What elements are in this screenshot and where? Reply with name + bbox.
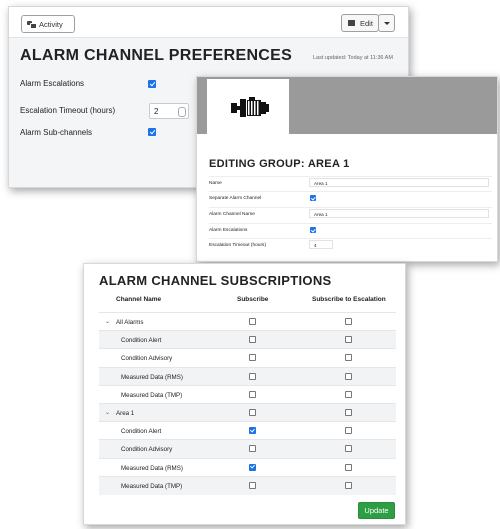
editing-group-panel: EDITING GROUP: AREA 1 Name Area 1 Separa… xyxy=(196,76,498,262)
last-updated-text: Last updated: Today at 11:36 AM xyxy=(313,55,393,61)
page-title: ALARM CHANNEL PREFERENCES xyxy=(20,47,293,64)
activity-button[interactable]: Activity xyxy=(21,15,75,33)
subscribe-checkbox[interactable] xyxy=(249,336,256,344)
subscribe-checkbox[interactable] xyxy=(249,463,256,471)
alarm-sub-channels-label: Alarm Sub-channels xyxy=(20,128,93,137)
subscribe-escalation-checkbox[interactable] xyxy=(345,445,352,453)
subscribe-escalation-checkbox[interactable] xyxy=(345,409,352,416)
group-row: ⌄ Area 1 xyxy=(99,403,396,422)
edit-button-label: Edit xyxy=(360,18,373,28)
column-header-subscribe: Subscribe xyxy=(237,296,269,303)
subscribe-checkbox[interactable] xyxy=(249,318,256,325)
table-row: Measured Data (RMS) xyxy=(99,366,396,386)
channel-name: Measured Data (RMS) xyxy=(121,464,183,472)
alarm-channel-subscriptions-panel: ALARM CHANNEL SUBSCRIPTIONS Channel Name… xyxy=(83,263,406,525)
chat-icon xyxy=(27,20,37,29)
group-icon-box xyxy=(207,79,289,134)
subscribe-escalation-checkbox[interactable] xyxy=(345,336,352,344)
subscribe-checkbox[interactable] xyxy=(249,372,256,380)
group-field-name: Name Area 1 xyxy=(209,176,492,190)
channel-name: Condition Advisory xyxy=(121,355,173,363)
column-header-escalation: Subscribe to Escalation xyxy=(312,296,386,303)
separate-alarm-channel-label: Separate Alarm Channel xyxy=(209,196,262,201)
subscribe-checkbox[interactable] xyxy=(249,390,256,398)
subscribe-escalation-checkbox[interactable] xyxy=(345,427,352,435)
subscribe-checkbox[interactable] xyxy=(249,427,256,435)
editing-group-title: EDITING GROUP: AREA 1 xyxy=(209,158,350,170)
table-row: Condition Advisory xyxy=(99,348,396,367)
escalation-timeout-value: 2 xyxy=(154,107,159,116)
group-alarm-escalations-label: Alarm Escalations xyxy=(209,228,248,233)
edit-dropdown-toggle[interactable] xyxy=(378,14,395,32)
channel-name: Measured Data (TMP) xyxy=(121,391,183,399)
group-escalation-timeout-label: Escalation Timeout (hours) xyxy=(209,243,267,248)
table-row: Condition Alert xyxy=(99,421,396,440)
channel-name: Condition Alert xyxy=(121,428,162,436)
group-name-label: Name xyxy=(209,181,222,186)
edit-icon xyxy=(348,20,355,26)
group-alarm-escalations-checkbox[interactable] xyxy=(310,227,316,233)
separate-alarm-channel-checkbox[interactable] xyxy=(310,195,316,201)
subscribe-checkbox[interactable] xyxy=(249,354,256,362)
spinner-icon[interactable] xyxy=(178,107,186,117)
caret-down-icon xyxy=(383,21,390,25)
channel-name: Area 1 xyxy=(116,410,135,417)
subscribe-checkbox[interactable] xyxy=(249,481,256,489)
channel-name: Measured Data (RMS) xyxy=(121,373,183,381)
alarm-channel-name-label: Alarm Channel Name xyxy=(209,212,255,217)
channel-name: All Alarms xyxy=(116,319,144,326)
subscribe-escalation-checkbox[interactable] xyxy=(345,372,352,380)
alarm-escalations-label: Alarm Escalations xyxy=(20,79,85,88)
chevron-down-icon[interactable]: ⌄ xyxy=(105,318,110,325)
update-button[interactable]: Update xyxy=(358,502,395,519)
channel-name: Measured Data (TMP) xyxy=(121,482,183,490)
table-row: Measured Data (TMP) xyxy=(99,475,396,495)
channel-name: Condition Alert xyxy=(121,337,162,345)
group-row: ⌄ All Alarms xyxy=(99,312,396,331)
subscribe-escalation-checkbox[interactable] xyxy=(345,390,352,398)
column-header-channel-name: Channel Name xyxy=(116,296,162,303)
table-row: Measured Data (TMP) xyxy=(99,384,396,404)
subscribe-escalation-checkbox[interactable] xyxy=(345,318,352,325)
group-field-separate-channel: Separate Alarm Channel xyxy=(209,191,492,205)
alarm-channel-name-input[interactable]: Area 1 xyxy=(309,209,489,218)
subscribe-escalation-checkbox[interactable] xyxy=(345,463,352,471)
subscribe-escalation-checkbox[interactable] xyxy=(345,481,352,489)
table-row: Condition Advisory xyxy=(99,439,396,459)
escalation-timeout-label: Escalation Timeout (hours) xyxy=(20,106,116,115)
group-field-channel-name: Alarm Channel Name Area 1 xyxy=(209,207,492,221)
preferences-toolbar: Activity Edit xyxy=(9,7,408,38)
edit-button[interactable]: Edit xyxy=(341,14,379,32)
group-banner xyxy=(197,77,497,134)
activity-button-label: Activity xyxy=(39,19,63,29)
group-escalation-timeout-input[interactable]: 4 xyxy=(309,240,333,249)
escalation-timeout-input[interactable]: 2 xyxy=(149,103,189,119)
group-field-timeout: Escalation Timeout (hours) 4 xyxy=(209,238,492,252)
chevron-down-icon[interactable]: ⌄ xyxy=(105,409,110,416)
alarm-escalations-checkbox[interactable] xyxy=(148,80,156,88)
subscribe-checkbox[interactable] xyxy=(249,409,256,416)
group-field-escalations: Alarm Escalations xyxy=(209,223,492,237)
table-row: Measured Data (RMS) xyxy=(99,457,396,477)
group-name-input[interactable]: Area 1 xyxy=(309,178,489,187)
subscribe-checkbox[interactable] xyxy=(249,445,256,453)
motor-icon xyxy=(231,97,269,117)
subscriptions-title: ALARM CHANNEL SUBSCRIPTIONS xyxy=(99,273,332,288)
table-row: Condition Alert xyxy=(99,330,396,350)
channel-name: Condition Advisory xyxy=(121,446,173,454)
subscribe-escalation-checkbox[interactable] xyxy=(345,354,352,362)
alarm-sub-channels-checkbox[interactable] xyxy=(148,128,156,136)
